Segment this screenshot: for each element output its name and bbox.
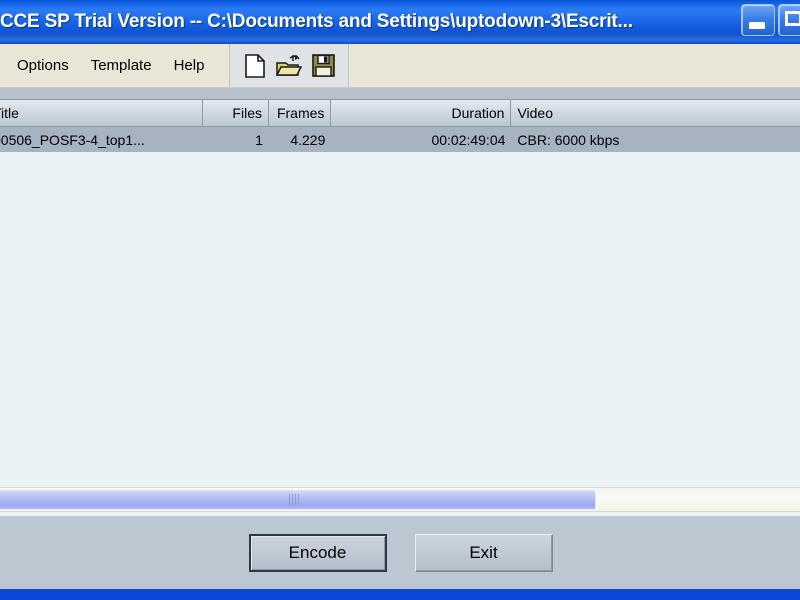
column-header-video[interactable]: Video xyxy=(511,100,800,126)
maximize-icon xyxy=(785,11,800,26)
toolbar-separator xyxy=(0,88,800,100)
cell-duration: 00:02:49:04 xyxy=(431,131,506,148)
scrollbar-thumb[interactable] xyxy=(0,488,597,511)
scrollbar-grip-icon xyxy=(289,494,300,505)
save-floppy-icon xyxy=(312,54,335,77)
column-header-title[interactable]: Title xyxy=(0,100,203,126)
minimize-button[interactable] xyxy=(741,4,775,36)
new-document-button[interactable] xyxy=(238,49,272,83)
menu-item-template[interactable]: Template xyxy=(80,53,163,78)
table-row[interactable]: 00506_POSF3-4_top1... 1 4.229 00:02:49:0… xyxy=(0,127,800,152)
open-folder-icon xyxy=(276,54,303,76)
menu-item-help[interactable]: Help xyxy=(163,53,216,78)
column-header-frames[interactable]: Frames xyxy=(268,100,332,126)
window-controls xyxy=(741,4,800,36)
title-bar[interactable]: CCE SP Trial Version -- C:\Documents and… xyxy=(0,0,800,44)
menu-bar: Options Template Help xyxy=(0,44,215,87)
menu-item-options[interactable]: Options xyxy=(6,53,80,78)
scrollbar-track[interactable] xyxy=(0,487,800,512)
dialog-button-bar: Encode Exit xyxy=(0,516,800,589)
toolbar xyxy=(229,44,350,87)
window-title: CCE SP Trial Version -- C:\Documents and… xyxy=(0,11,633,32)
open-folder-button[interactable] xyxy=(272,49,306,83)
minimize-icon xyxy=(749,22,765,29)
cell-files: 1 xyxy=(255,131,263,148)
menu-toolbar: Options Template Help xyxy=(0,44,800,88)
application-window: CCE SP Trial Version -- C:\Documents and… xyxy=(0,0,800,600)
list-header: Title Files Frames Duration Video xyxy=(0,100,800,127)
save-floppy-button[interactable] xyxy=(306,49,340,83)
new-document-icon xyxy=(245,53,266,78)
cell-frames: 4.229 xyxy=(290,131,326,148)
horizontal-scrollbar[interactable] xyxy=(0,483,800,516)
column-header-duration[interactable]: Duration xyxy=(331,100,512,126)
column-header-files[interactable]: Files xyxy=(202,100,269,126)
list-rows: 00506_POSF3-4_top1... 1 4.229 00:02:49:0… xyxy=(0,127,800,152)
cell-video: CBR: 6000 kbps xyxy=(517,131,620,148)
file-list-view[interactable]: Title Files Frames Duration Video 00506_… xyxy=(0,100,800,483)
encode-button[interactable]: Encode xyxy=(248,533,387,572)
exit-button[interactable]: Exit xyxy=(414,533,553,572)
maximize-button[interactable] xyxy=(778,4,800,36)
cell-title: 00506_POSF3-4_top1... xyxy=(0,131,145,148)
